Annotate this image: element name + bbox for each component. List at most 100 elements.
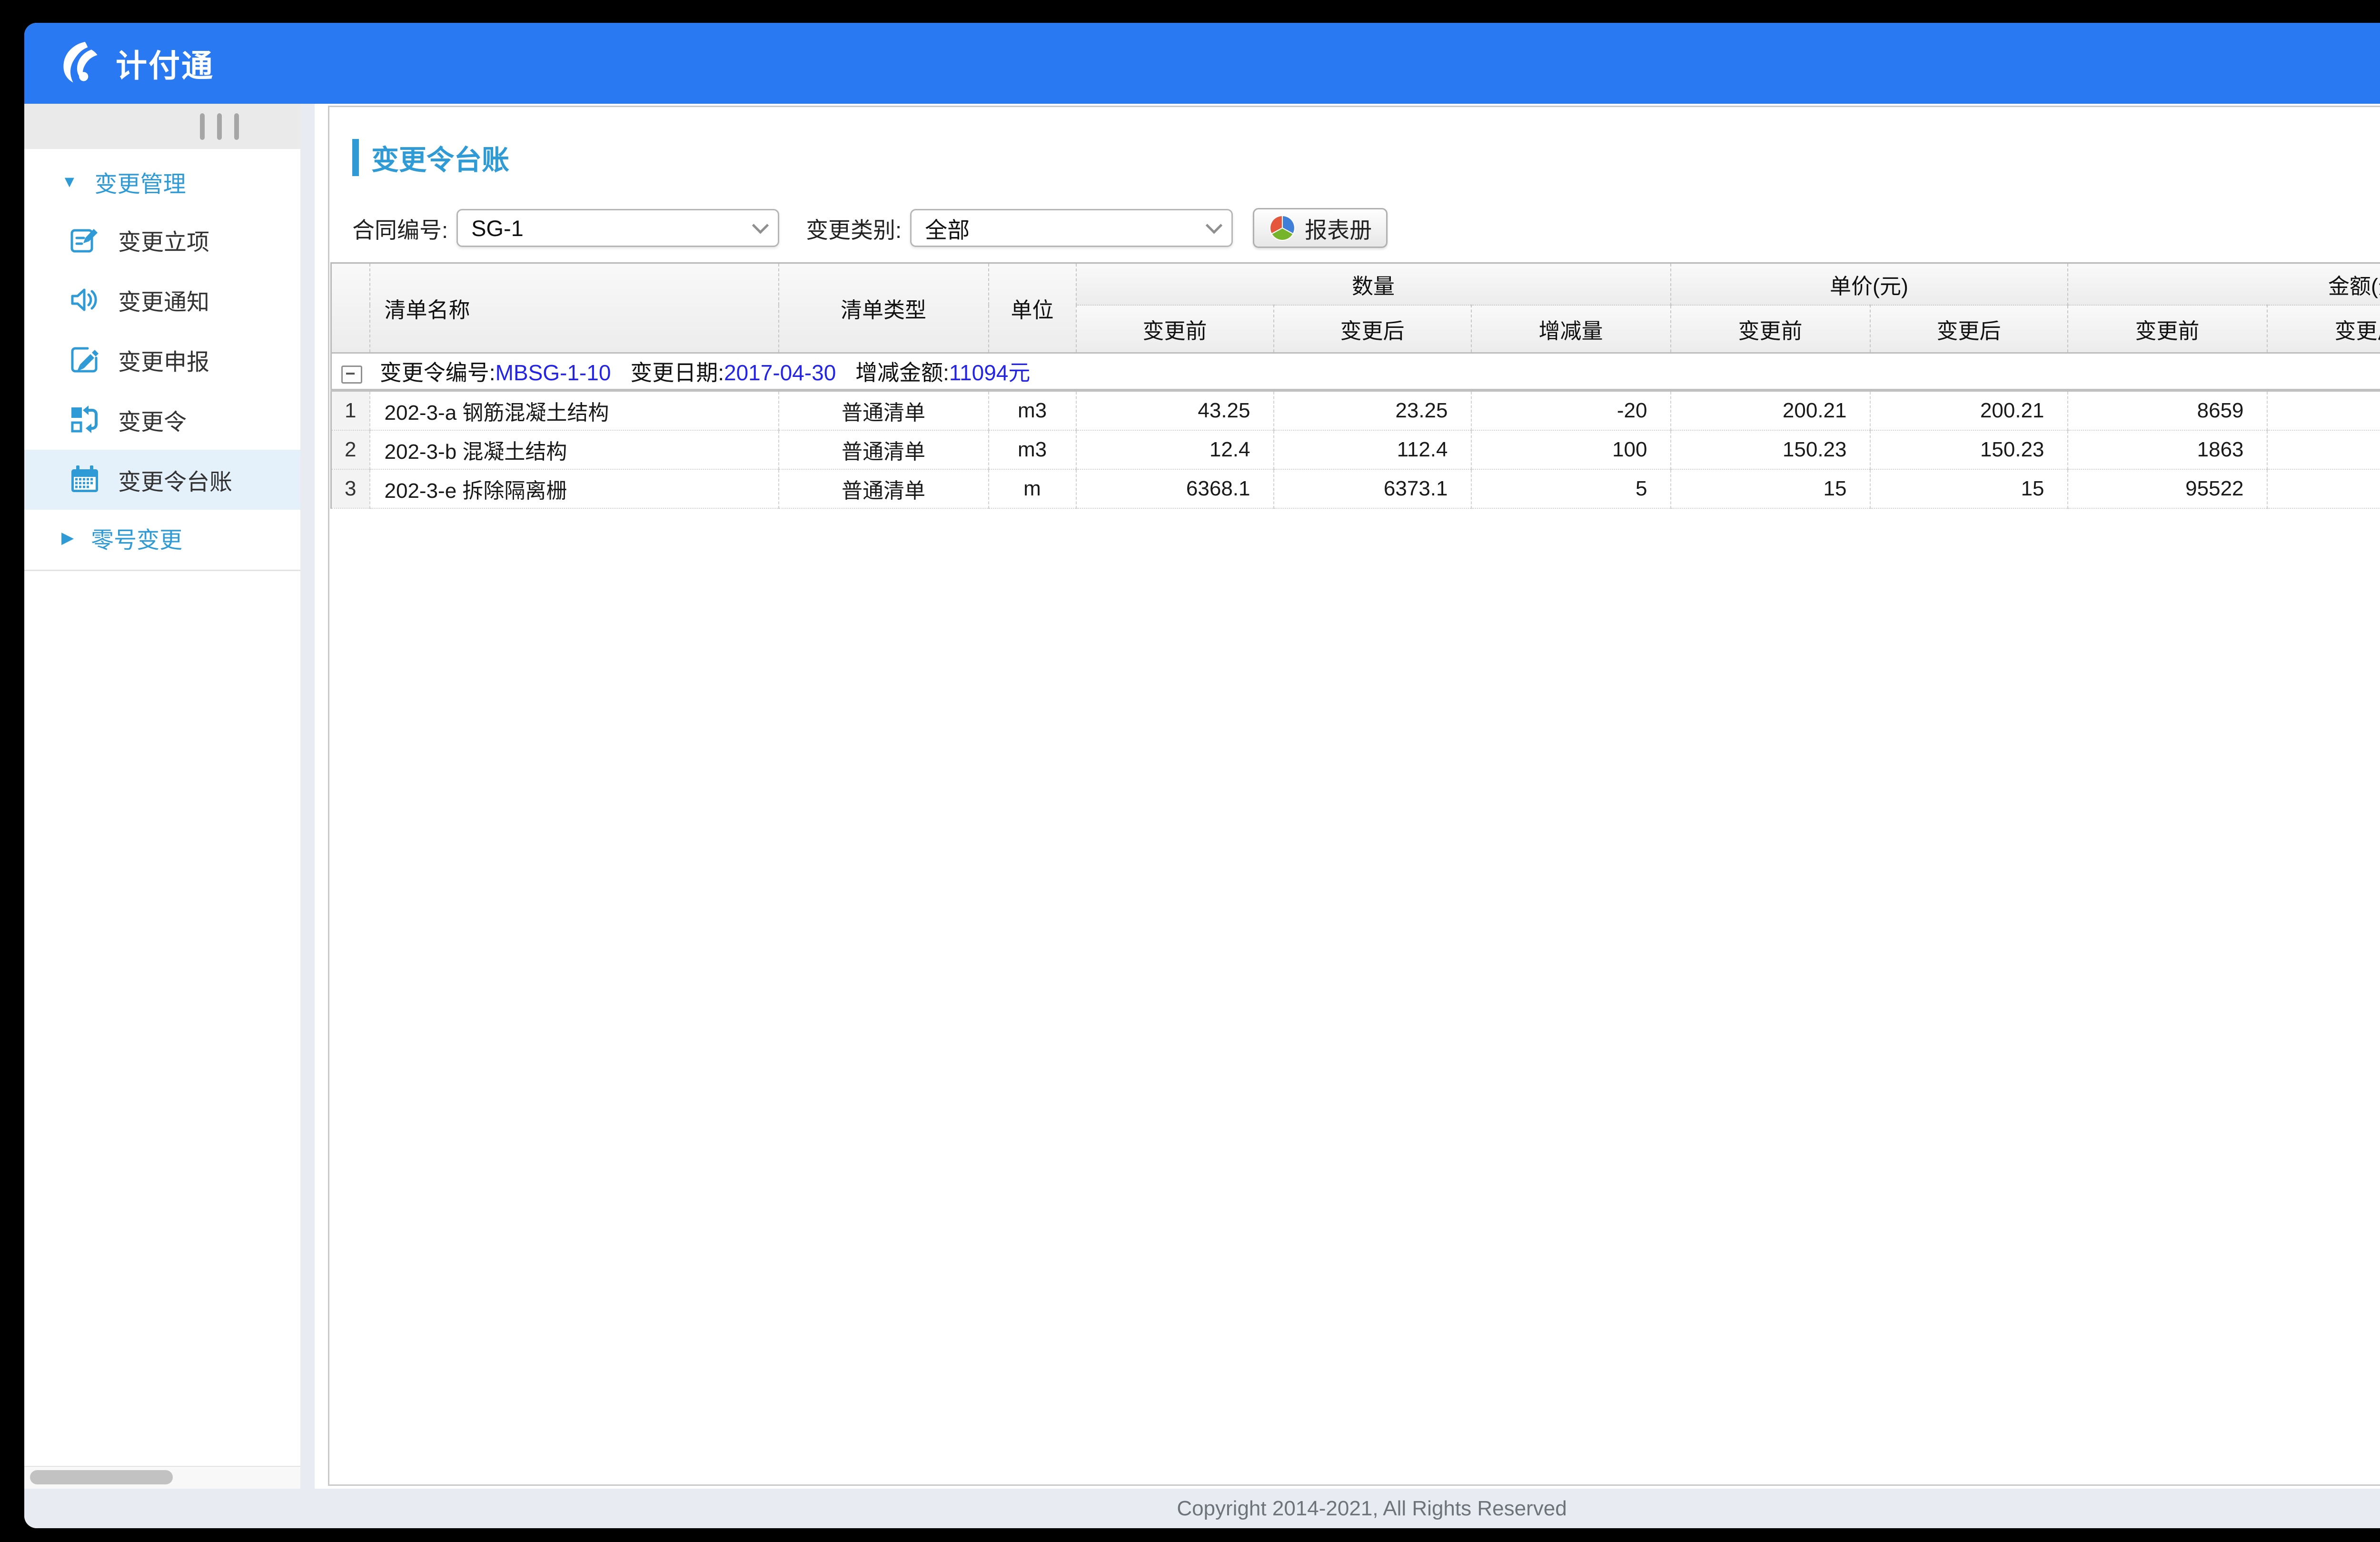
app-header: 计付通 通知 管理员	[24, 23, 2380, 104]
sidebar-menu: ▼变更管理变更立项变更通知变更申报变更令变更令台账▶零号变更	[24, 149, 300, 1466]
sidebar-item[interactable]: 变更通知	[24, 270, 300, 330]
col-header-price-before: 变更前	[1671, 305, 1870, 353]
cell-amt_after[interactable]: 16886	[2267, 430, 2380, 469]
col-header-qty-after: 变更后	[1274, 305, 1471, 353]
chevron-down-icon	[752, 217, 769, 234]
main-panel: 变更令台账 合同编号: SG-1 变更类别: 全部	[328, 106, 2380, 1486]
pie-chart-icon	[1269, 214, 1296, 242]
cell-name[interactable]: 202-3-a 钢筋混凝土结构	[370, 390, 779, 430]
col-header-rownum	[331, 263, 370, 353]
col-header-unit: 单位	[989, 263, 1076, 353]
title-accent-bar	[352, 139, 359, 176]
col-header-price-after: 变更后	[1870, 305, 2068, 353]
sidebar: ▼变更管理变更立项变更通知变更申报变更令变更令台账▶零号变更	[24, 104, 300, 1489]
cell-price_before[interactable]: 15	[1671, 469, 1870, 508]
report-button-label: 报表册	[1305, 212, 1372, 245]
sidebar-group[interactable]: ▼变更管理	[24, 154, 300, 210]
cell-qty_before[interactable]: 12.4	[1076, 430, 1274, 469]
ledger-table: 清单名称 清单类型 单位 数量 单价(元) 金额(元) 变更前 变更后 增减量 …	[330, 262, 2380, 509]
cell-price_before[interactable]: 150.23	[1671, 430, 1870, 469]
change-order-date: 2017-04-30	[724, 360, 836, 385]
page-title-row: 变更令台账	[352, 138, 2380, 178]
sidebar-item[interactable]: 变更立项	[24, 210, 300, 270]
group-row-cell: 变更令编号:MBSG-1-10 变更日期:2017-04-30 增减金额:110…	[331, 353, 2380, 391]
cell-name[interactable]: 202-3-b 混凝土结构	[370, 430, 779, 469]
table-row[interactable]: 2202-3-b 混凝土结构普通清单m312.4112.4100150.2315…	[331, 430, 2380, 469]
cell-unit[interactable]: m3	[989, 430, 1076, 469]
cell-qty_after[interactable]: 112.4	[1274, 430, 1471, 469]
col-header-type: 清单类型	[779, 263, 989, 353]
app-title: 计付通	[116, 40, 214, 86]
report-button[interactable]: 报表册	[1253, 208, 1388, 248]
sidebar-resize-handle[interactable]	[24, 104, 300, 149]
cell-amt_after[interactable]: 4655	[2267, 390, 2380, 430]
sidebar-group[interactable]: ▶零号变更	[24, 510, 300, 566]
sidebar-divider	[300, 104, 315, 1489]
copyright-text: Copyright 2014-2021, All Rights Reserved	[1177, 1497, 1567, 1521]
cell-amt_before[interactable]: 1863	[2068, 430, 2267, 469]
app-logo: 计付通	[58, 40, 214, 86]
category-label: 变更类别:	[806, 212, 902, 245]
chevron-down-icon: ▼	[61, 174, 78, 190]
app-logo-icon	[58, 40, 103, 86]
swap-icon	[69, 405, 100, 435]
scrollbar-thumb[interactable]	[30, 1470, 173, 1484]
cell-qty_delta[interactable]: -20	[1471, 390, 1671, 430]
filter-bar: 合同编号: SG-1 变更类别: 全部 报表册	[352, 208, 2380, 248]
change-order-group-row: 变更令编号:MBSG-1-10 变更日期:2017-04-30 增减金额:110…	[331, 353, 2380, 391]
cell-price_after[interactable]: 15	[1870, 469, 2068, 508]
chevron-down-icon	[1206, 217, 1222, 234]
cell-price_after[interactable]: 150.23	[1870, 430, 2068, 469]
cell-name[interactable]: 202-3-e 拆除隔离栅	[370, 469, 779, 508]
cell-qty_delta[interactable]: 100	[1471, 430, 1671, 469]
col-header-qty-delta: 增减量	[1471, 305, 1671, 353]
pencil-square-icon	[69, 345, 100, 375]
cell-no[interactable]: 1	[331, 390, 370, 430]
cell-qty_after[interactable]: 6373.1	[1274, 469, 1471, 508]
page-title: 变更令台账	[371, 138, 509, 178]
cell-unit[interactable]: m	[989, 469, 1076, 508]
cell-amt_before[interactable]: 95522	[2068, 469, 2267, 508]
sidebar-item[interactable]: 变更令台账	[24, 450, 300, 510]
change-order-amount: 11094元	[949, 360, 1031, 385]
col-group-amount: 金额(元)	[2068, 263, 2380, 306]
cell-amt_after[interactable]: 95597	[2267, 469, 2380, 508]
sidebar-scrollbar[interactable]	[24, 1466, 300, 1489]
change-order-code: MBSG-1-10	[496, 360, 611, 385]
cell-qty_before[interactable]: 6368.1	[1076, 469, 1274, 508]
sidebar-item[interactable]: 变更申报	[24, 330, 300, 390]
col-header-qty-before: 变更前	[1076, 305, 1274, 353]
col-header-amt-before: 变更前	[2068, 305, 2267, 353]
contract-label: 合同编号:	[352, 212, 448, 245]
cell-amt_before[interactable]: 8659	[2068, 390, 2267, 430]
col-group-quantity: 数量	[1076, 263, 1671, 306]
app-footer: Copyright 2014-2021, All Rights Reserved	[24, 1489, 2380, 1528]
cell-qty_delta[interactable]: 5	[1471, 469, 1671, 508]
chevron-right-icon: ▶	[61, 530, 74, 546]
cell-qty_before[interactable]: 43.25	[1076, 390, 1274, 430]
cell-price_after[interactable]: 200.21	[1870, 390, 2068, 430]
app-window: 计付通 通知 管理员 ▼变更管理变更立项变更通知变	[24, 23, 2380, 1528]
form-edit-icon	[69, 225, 100, 255]
table-row[interactable]: 1202-3-a 钢筋混凝土结构普通清单m343.2523.25-20200.2…	[331, 390, 2380, 430]
cell-qty_after[interactable]: 23.25	[1274, 390, 1471, 430]
table-row[interactable]: 3202-3-e 拆除隔离栅普通清单m6368.16373.1515159552…	[331, 469, 2380, 508]
col-header-amt-after: 变更后	[2267, 305, 2380, 353]
content-area: ▼变更管理变更立项变更通知变更申报变更令变更令台账▶零号变更 变更令台账 合同编…	[24, 104, 2380, 1489]
cell-type[interactable]: 普通清单	[779, 430, 989, 469]
calendar-icon	[69, 465, 100, 495]
cell-unit[interactable]: m3	[989, 390, 1076, 430]
menu-divider	[24, 570, 300, 571]
cell-no[interactable]: 3	[331, 469, 370, 508]
speaker-icon	[69, 285, 100, 315]
collapse-icon[interactable]	[341, 366, 362, 384]
col-header-name: 清单名称	[370, 263, 779, 353]
category-select[interactable]: 全部	[910, 209, 1233, 247]
col-group-unit-price: 单价(元)	[1671, 263, 2068, 306]
cell-no[interactable]: 2	[331, 430, 370, 469]
cell-price_before[interactable]: 200.21	[1671, 390, 1870, 430]
cell-type[interactable]: 普通清单	[779, 469, 989, 508]
contract-select[interactable]: SG-1	[456, 209, 779, 247]
sidebar-item[interactable]: 变更令	[24, 390, 300, 450]
cell-type[interactable]: 普通清单	[779, 390, 989, 430]
